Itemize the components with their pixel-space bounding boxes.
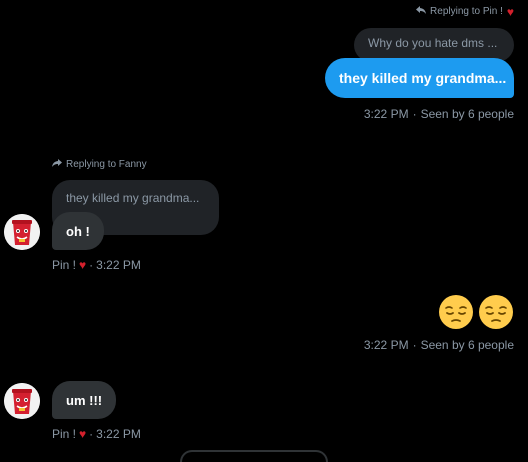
reply-header-outgoing: Replying to Pin ! ♥	[416, 5, 514, 18]
heart-icon: ♥	[506, 4, 514, 19]
quoted-message[interactable]: Why do you hate dms ...	[354, 28, 514, 62]
seen-status: Seen by 6 people	[420, 107, 514, 121]
reply-header-text: Replying to Pin !	[430, 6, 503, 17]
scroll-to-bottom-button[interactable]	[180, 450, 328, 462]
message-meta: 3:22 PM · Seen by 6 people	[364, 337, 514, 353]
message-bubble-outgoing[interactable]: they killed my grandma...	[325, 58, 514, 98]
pensive-face-emoji	[479, 295, 513, 329]
message-meta: Pin ! ♥ · 3:22 PM	[52, 426, 141, 442]
sender-name[interactable]: Pin !	[52, 427, 76, 441]
message-bubble-incoming[interactable]: oh !	[52, 212, 104, 250]
message-time: 3:22 PM	[96, 427, 141, 441]
red-cup-avatar	[4, 214, 40, 250]
pensive-face-emoji	[439, 295, 473, 329]
message-meta: 3:22 PM · Seen by 6 people	[364, 106, 514, 122]
message-text: they killed my grandma...	[339, 70, 507, 86]
reply-arrow-icon	[52, 158, 62, 171]
emoji-message[interactable]	[438, 294, 514, 330]
avatar[interactable]	[4, 383, 40, 419]
sender-name[interactable]: Pin !	[52, 258, 76, 272]
meta-separator: ·	[412, 107, 417, 121]
reply-header-incoming: Replying to Fanny	[52, 158, 147, 171]
avatar[interactable]	[4, 214, 40, 250]
message-text: oh !	[66, 223, 90, 239]
message-meta: Pin ! ♥ · 3:22 PM	[52, 257, 141, 273]
heart-icon: ♥	[79, 427, 87, 441]
reply-arrow-icon	[416, 5, 427, 18]
message-time: 3:22 PM	[363, 107, 409, 121]
quoted-text: they killed my grandma...	[66, 191, 200, 205]
red-cup-avatar	[4, 383, 40, 419]
message-bubble-incoming[interactable]: um !!!	[52, 381, 116, 419]
seen-status: Seen by 6 people	[420, 338, 514, 352]
meta-separator: ·	[89, 427, 94, 441]
quoted-text: Why do you hate dms ...	[368, 36, 498, 50]
meta-separator: ·	[412, 338, 417, 352]
meta-separator: ·	[89, 258, 94, 272]
reply-header-text: Replying to Fanny	[66, 159, 147, 170]
message-time: 3:22 PM	[96, 258, 141, 272]
message-text: um !!!	[66, 392, 103, 408]
heart-icon: ♥	[79, 258, 87, 272]
message-time: 3:22 PM	[363, 338, 409, 352]
